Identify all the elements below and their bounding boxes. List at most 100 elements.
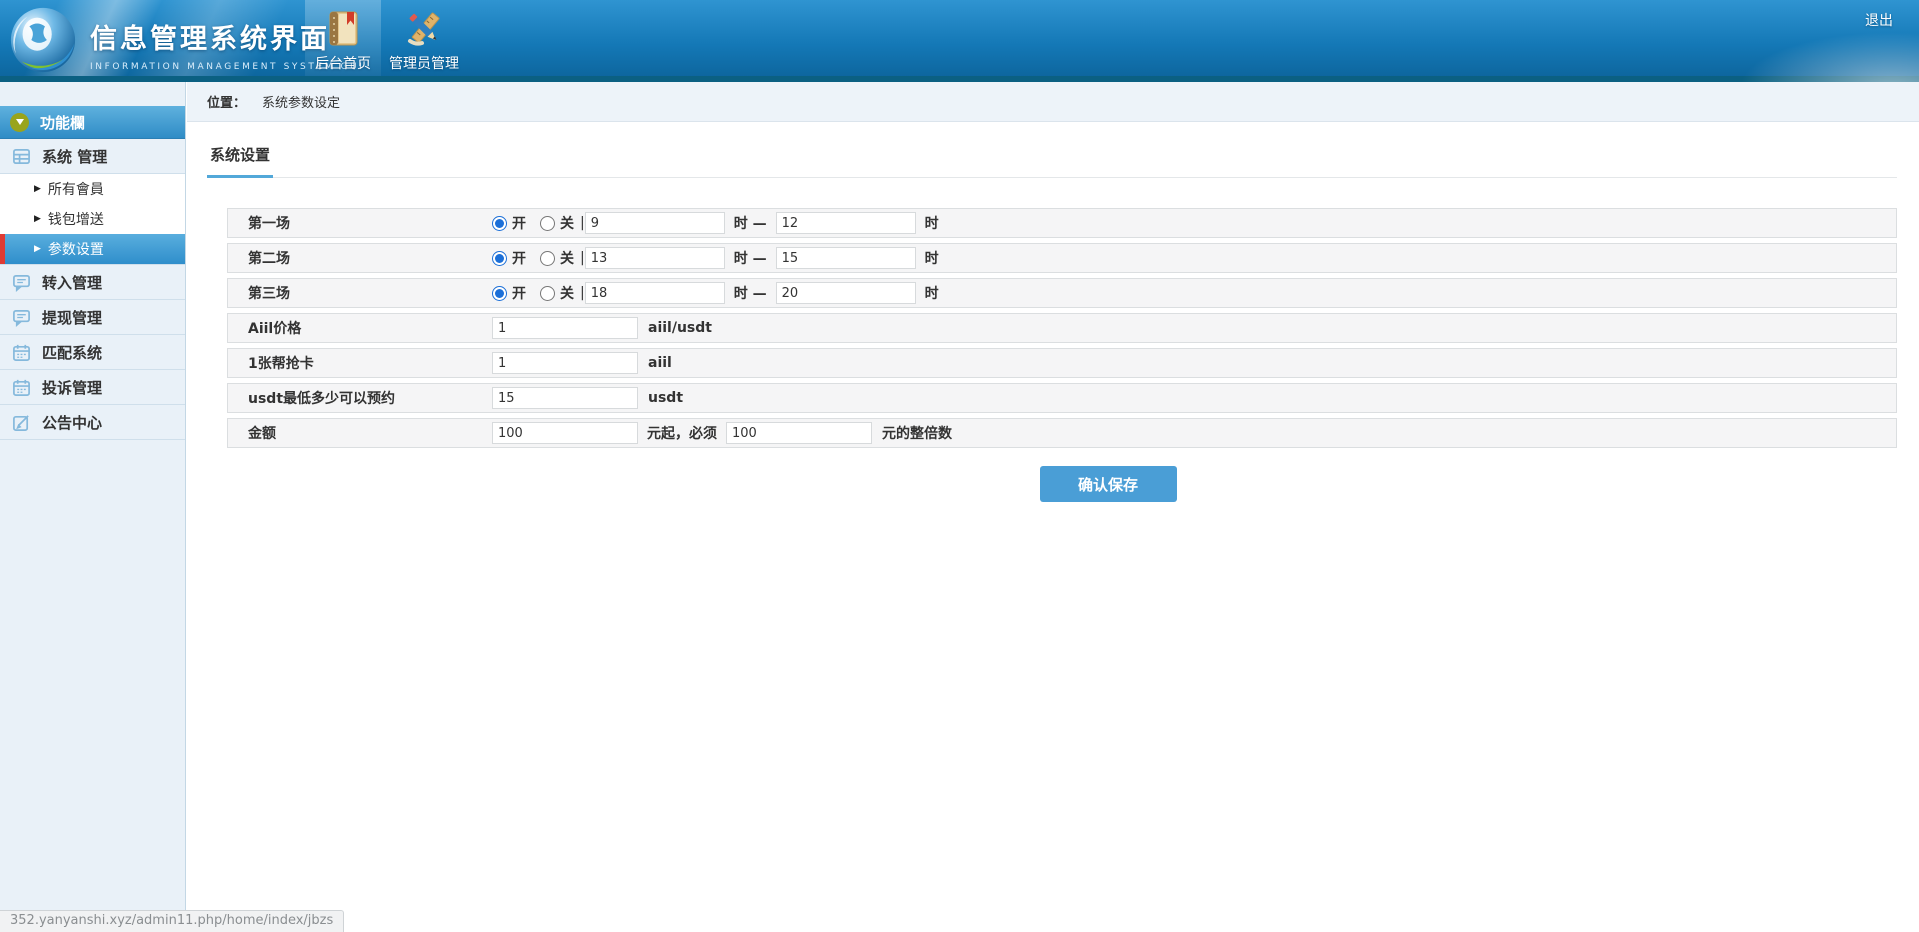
breadcrumb-current: 系统参数设定 xyxy=(262,92,340,111)
grid-icon xyxy=(12,147,31,166)
calendar-icon xyxy=(12,343,31,362)
sidebar-item-transfer-manage[interactable]: 转入管理 xyxy=(0,265,185,300)
session3-off-radio[interactable] xyxy=(540,286,555,301)
sidebar-panel-header[interactable]: 功能欄 xyxy=(0,106,185,139)
sidebar-item-withdraw-manage[interactable]: 提现管理 xyxy=(0,300,185,335)
row-label: Aiil价格 xyxy=(228,318,492,338)
sidebar-panel-title: 功能欄 xyxy=(40,112,85,133)
session3-start-input[interactable] xyxy=(585,282,725,304)
session1-on-radio[interactable] xyxy=(492,216,507,231)
form-row-amount: 金额 元起，必须 元的整倍数 xyxy=(227,418,1897,448)
app-header: 信息管理系统界面 INFORMATION MANAGEMENT SYSTEM G… xyxy=(0,0,1919,82)
sidebar-subgroup: ▶ 所有會員 ▶ 钱包增送 ▶ 参数设置 xyxy=(0,174,185,265)
radio-off-label: 关 xyxy=(560,248,574,268)
amount-multiple-input[interactable] xyxy=(726,422,872,444)
hour-label: 时 xyxy=(925,248,939,268)
sidebar-item-label: 提现管理 xyxy=(42,307,102,328)
form-row-session-2: 第二场 开 关 | 时 — 时 xyxy=(227,243,1897,273)
content-tabs-bar: 系统设置 xyxy=(207,144,1897,178)
row-controls: 开 关 | 时 — 时 xyxy=(492,282,939,304)
status-bar-url: 352.yanyanshi.xyz/admin11.php/home/index… xyxy=(0,910,344,932)
unit-label: aiil xyxy=(648,355,672,371)
sidebar-item-label: 投诉管理 xyxy=(42,377,102,398)
confirm-save-button[interactable]: 确认保存 xyxy=(1040,466,1177,502)
breadcrumb-label: 位置： xyxy=(207,92,246,111)
sidebar-subitem-label: 所有會員 xyxy=(48,179,104,199)
form-row-aiil-price: Aiil价格 aiil/usdt xyxy=(227,313,1897,343)
chat-icon xyxy=(12,308,31,327)
sidebar-subitem-label: 钱包增送 xyxy=(48,209,104,229)
row-controls: 开 关 | 时 — 时 xyxy=(492,247,939,269)
session2-end-input[interactable] xyxy=(776,247,916,269)
chat-icon xyxy=(12,273,31,292)
row-label: 金额 xyxy=(228,423,492,443)
row-label: 第三场 xyxy=(228,283,492,303)
grab-card-input[interactable] xyxy=(492,352,638,374)
hour-dash-label: 时 — xyxy=(734,248,767,268)
session1-start-input[interactable] xyxy=(585,212,725,234)
row-controls: usdt xyxy=(492,387,683,409)
sidebar-item-announcement-center[interactable]: 公告中心 xyxy=(0,405,185,440)
radio-on-label: 开 xyxy=(512,248,526,268)
row-label: 第一场 xyxy=(228,213,492,233)
book-icon xyxy=(323,9,363,49)
sidebar-subitem-label: 参数设置 xyxy=(48,239,104,259)
sidebar-item-wallet-gift[interactable]: ▶ 钱包增送 xyxy=(0,204,185,234)
aiil-price-input[interactable] xyxy=(492,317,638,339)
radio-on-label: 开 xyxy=(512,213,526,233)
hour-label: 时 xyxy=(925,213,939,233)
sidebar: 功能欄 系统 管理 ▶ 所有會員 ▶ 钱包增送 ▶ 参数设置 转入管理 xyxy=(0,82,186,932)
row-controls: 开 关 | 时 — 时 xyxy=(492,212,939,234)
row-label: 1张帮抢卡 xyxy=(228,353,492,373)
session3-end-input[interactable] xyxy=(776,282,916,304)
session2-on-radio[interactable] xyxy=(492,251,507,266)
sidebar-item-complaint-manage[interactable]: 投诉管理 xyxy=(0,370,185,405)
usdt-min-input[interactable] xyxy=(492,387,638,409)
edit-icon xyxy=(12,413,31,432)
form-row-usdt-min: usdt最低多少可以预约 usdt xyxy=(227,383,1897,413)
settings-form: 第一场 开 关 | 时 — 时 第二场 开 关 | xyxy=(227,208,1897,502)
form-row-session-3: 第三场 开 关 | 时 — 时 xyxy=(227,278,1897,308)
session1-off-radio[interactable] xyxy=(540,216,555,231)
unit-label: aiil/usdt xyxy=(648,320,712,336)
hour-label: 时 xyxy=(925,283,939,303)
app-logo-icon xyxy=(8,5,78,75)
amount-suffix-label: 元的整倍数 xyxy=(882,423,952,443)
calendar-icon xyxy=(12,378,31,397)
form-row-session-1: 第一场 开 关 | 时 — 时 xyxy=(227,208,1897,238)
row-label: 第二场 xyxy=(228,248,492,268)
sidebar-item-system-manage[interactable]: 系统 管理 xyxy=(0,139,185,174)
row-controls: 元起，必须 元的整倍数 xyxy=(492,422,952,444)
sidebar-item-label: 转入管理 xyxy=(42,272,102,293)
session2-start-input[interactable] xyxy=(585,247,725,269)
sidebar-item-all-members[interactable]: ▶ 所有會員 xyxy=(0,174,185,204)
arrow-right-icon: ▶ xyxy=(34,244,41,254)
main-content: 系统设置 第一场 开 关 | 时 — 时 第二场 开 xyxy=(187,122,1919,932)
session3-on-radio[interactable] xyxy=(492,286,507,301)
sidebar-item-label: 匹配系统 xyxy=(42,342,102,363)
sidebar-item-parameter-settings[interactable]: ▶ 参数设置 xyxy=(0,234,185,264)
hour-dash-label: 时 — xyxy=(734,213,767,233)
tab-backend-home[interactable]: 后台首页 xyxy=(305,0,381,82)
pencil-ruler-icon xyxy=(404,9,444,49)
save-button-wrap: 确认保存 xyxy=(227,466,1897,502)
radio-on-label: 开 xyxy=(512,283,526,303)
session1-end-input[interactable] xyxy=(776,212,916,234)
row-controls: aiil/usdt xyxy=(492,317,712,339)
header-tabs: 后台首页 管理员管理 xyxy=(305,0,467,82)
tab-admin-manage[interactable]: 管理员管理 xyxy=(381,0,467,82)
session2-off-radio[interactable] xyxy=(540,251,555,266)
logout-link[interactable]: 退出 xyxy=(1865,10,1893,30)
arrow-right-icon: ▶ xyxy=(34,214,41,224)
hour-dash-label: 时 — xyxy=(734,283,767,303)
sidebar-item-label: 公告中心 xyxy=(42,412,102,433)
arrow-right-icon: ▶ xyxy=(34,184,41,194)
tab-system-settings[interactable]: 系统设置 xyxy=(207,144,273,178)
amount-base-input[interactable] xyxy=(492,422,638,444)
row-label: usdt最低多少可以预约 xyxy=(228,388,492,408)
amount-middle-label: 元起，必须 xyxy=(647,423,717,443)
collapse-circle-icon xyxy=(10,113,29,132)
sidebar-item-match-system[interactable]: 匹配系统 xyxy=(0,335,185,370)
row-controls: aiil xyxy=(492,352,672,374)
sidebar-item-label: 系统 管理 xyxy=(42,146,107,167)
